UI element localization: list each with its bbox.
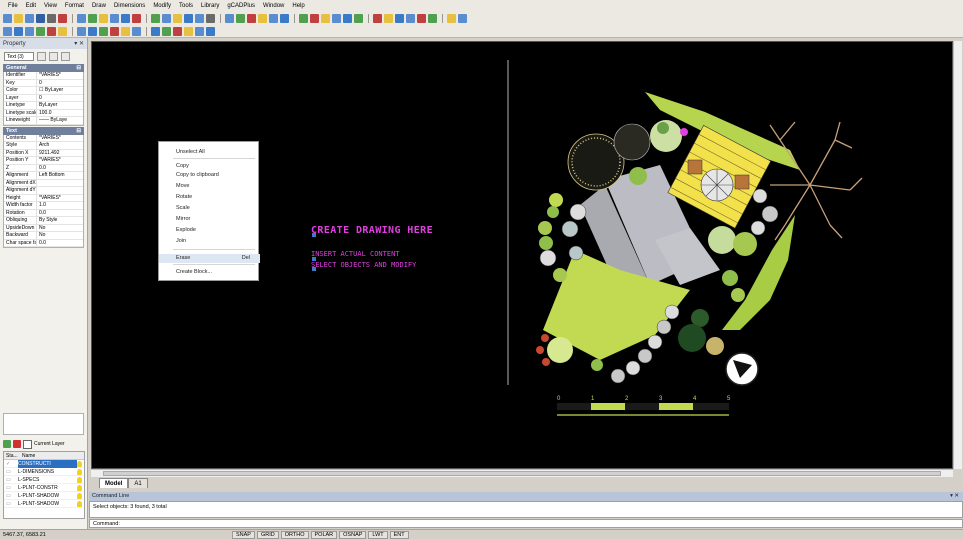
command-input[interactable]: Command: — [89, 519, 963, 528]
context-menu-label: Erase — [176, 255, 191, 261]
command-line-title-label: Command Line — [92, 493, 130, 499]
command-line-title: Command Line ▾ ✕ — [89, 492, 963, 501]
scale-label: 4 — [693, 396, 697, 402]
command-line-controls[interactable]: ▾ ✕ — [950, 492, 959, 501]
context-menu-item-erase[interactable]: Erase Del — [159, 254, 260, 263]
context-menu-item-scale[interactable]: Scale — [159, 204, 260, 213]
context-menu-separator — [173, 264, 255, 265]
context-menu-label: Explode — [176, 227, 196, 233]
status-toggle-ent[interactable]: ENT — [389, 531, 409, 539]
context-menu-item-mirror[interactable]: Mirror — [159, 215, 260, 224]
status-toggle-polar[interactable]: POLAR — [310, 531, 338, 539]
context-menu-item-copy-to-clipboard[interactable]: Copy to clipboard — [159, 171, 260, 180]
erase-shortcut: Del — [241, 255, 250, 261]
context-menu-label: Copy — [176, 163, 189, 169]
scale-label: 0 — [557, 396, 561, 402]
status-toggle-osnap[interactable]: OSNAP — [339, 531, 367, 539]
context-menu-label: Create Block... — [176, 269, 213, 275]
context-menu-item-copy[interactable]: Copy — [159, 162, 260, 171]
context-menu-item-rotate[interactable]: Rotate — [159, 193, 260, 202]
context-menu-label: Copy to clipboard — [176, 172, 219, 178]
context-menu-label: Join — [176, 238, 187, 244]
context-menu-item-unselect-all[interactable]: Unselect All — [159, 148, 260, 157]
coordinate-readout: 5467.37, 6583.21 — [3, 531, 46, 538]
scale-bar — [557, 403, 729, 416]
context-menu-label: Move — [176, 183, 190, 189]
context-menu-label: Mirror — [176, 216, 191, 222]
status-bar: 5467.37, 6583.21 SNAP GRID ORTHO POLAR OSNAP… — [0, 529, 963, 539]
tree-canopy-2 — [613, 123, 651, 161]
scale-label: 1 — [591, 396, 595, 402]
scale-label: 3 — [659, 396, 663, 402]
status-toggle-snap[interactable]: SNAP — [232, 531, 255, 539]
context-menu: Unselect All Copy Copy to clipboard Move Rot… — [158, 141, 260, 281]
selected-text-2[interactable]: INSERT ACTUAL CONTENT — [311, 250, 400, 258]
context-menu-item-explode[interactable]: Explode — [159, 226, 260, 235]
context-menu-label: Unselect All — [176, 149, 205, 155]
north-arrow — [725, 352, 759, 386]
context-menu-item-join[interactable]: Join — [159, 237, 260, 246]
tab-model[interactable]: Model — [99, 478, 129, 488]
context-menu-item-move[interactable]: Move — [159, 182, 260, 191]
status-toggle-grid[interactable]: GRID — [256, 531, 279, 539]
command-history: Select objects: 3 found, 3 total — [89, 501, 963, 518]
context-menu-label: Rotate — [176, 194, 193, 200]
status-toggle-lwt[interactable]: LWT — [368, 531, 388, 539]
context-menu-item-create-block[interactable]: Create Block... — [159, 268, 260, 277]
scale-label: 2 — [625, 396, 629, 402]
tab-a1[interactable]: A1 — [128, 478, 148, 488]
landscape-plan-drawing: 0 1 2 3 4 5 — [312, 60, 863, 416]
selected-text-3[interactable]: SELECT OBJECTS AND MODIFY — [311, 261, 416, 269]
context-menu-label: Scale — [176, 205, 190, 211]
tree-deciduous — [769, 121, 863, 241]
status-toggle-ortho[interactable]: ORTHO — [280, 531, 309, 539]
context-menu-separator — [173, 249, 255, 250]
context-menu-separator — [173, 158, 255, 159]
scale-label: 5 — [727, 396, 731, 402]
selected-text-1[interactable]: CREATE DRAWING HERE — [311, 225, 433, 236]
layout-tabs: Model A1 — [91, 477, 963, 488]
